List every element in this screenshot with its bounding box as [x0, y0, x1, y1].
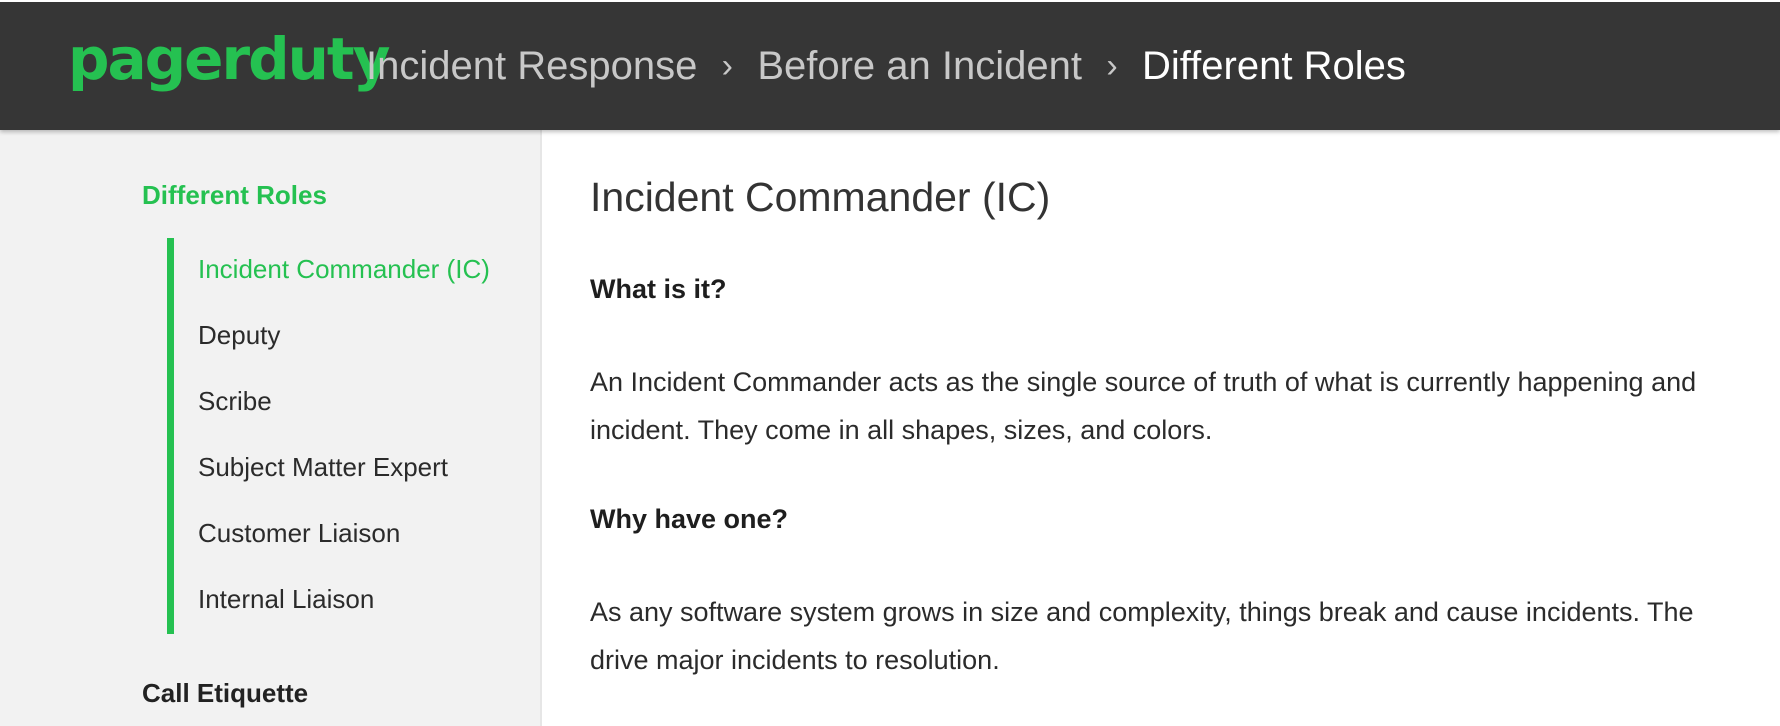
sidebar-item-list: Incident Commander (IC) Deputy Scribe Su… [167, 238, 507, 634]
main-content: Incident Commander (IC) What is it? An I… [590, 130, 1780, 726]
breadcrumb-incident-response[interactable]: Incident Response [366, 46, 697, 86]
sidebar-section-call-etiquette[interactable]: Call Etiquette [142, 678, 308, 709]
chevron-right-icon: › [1106, 47, 1118, 85]
paragraph-line: incident. They come in all shapes, sizes… [590, 415, 1213, 445]
breadcrumb-current-page: Different Roles [1142, 44, 1406, 88]
top-header-bar: pagerduty Incident Response › Before an … [0, 0, 1780, 130]
section-paragraph-what-is-it: An Incident Commander acts as the single… [590, 358, 1780, 454]
breadcrumb: Incident Response › Before an Incident ›… [366, 46, 1406, 86]
sidebar-section-different-roles[interactable]: Different Roles [142, 180, 327, 211]
sidebar-item-incident-commander[interactable]: Incident Commander (IC) [174, 238, 507, 304]
page-title: Incident Commander (IC) [590, 174, 1051, 220]
pagerduty-logo[interactable]: pagerduty [68, 30, 390, 88]
section-heading-why-have-one: Why have one? [590, 504, 789, 534]
sidebar-item-deputy[interactable]: Deputy [174, 304, 507, 370]
paragraph-line: drive major incidents to resolution. [590, 645, 1000, 675]
paragraph-line: As any software system grows in size and… [590, 597, 1694, 627]
sidebar-item-subject-matter-expert[interactable]: Subject Matter Expert [174, 436, 507, 502]
sidebar-item-customer-liaison[interactable]: Customer Liaison [174, 502, 507, 568]
chevron-right-icon: › [721, 47, 733, 85]
section-paragraph-why-have-one: As any software system grows in size and… [590, 588, 1780, 684]
sidebar-item-internal-liaison[interactable]: Internal Liaison [174, 568, 507, 634]
sidebar-item-scribe[interactable]: Scribe [174, 370, 507, 436]
breadcrumb-before-an-incident[interactable]: Before an Incident [757, 46, 1082, 86]
sidebar-nav: Different Roles Incident Commander (IC) … [0, 130, 542, 726]
paragraph-line: An Incident Commander acts as the single… [590, 367, 1697, 397]
section-heading-what-is-it: What is it? [590, 274, 727, 304]
